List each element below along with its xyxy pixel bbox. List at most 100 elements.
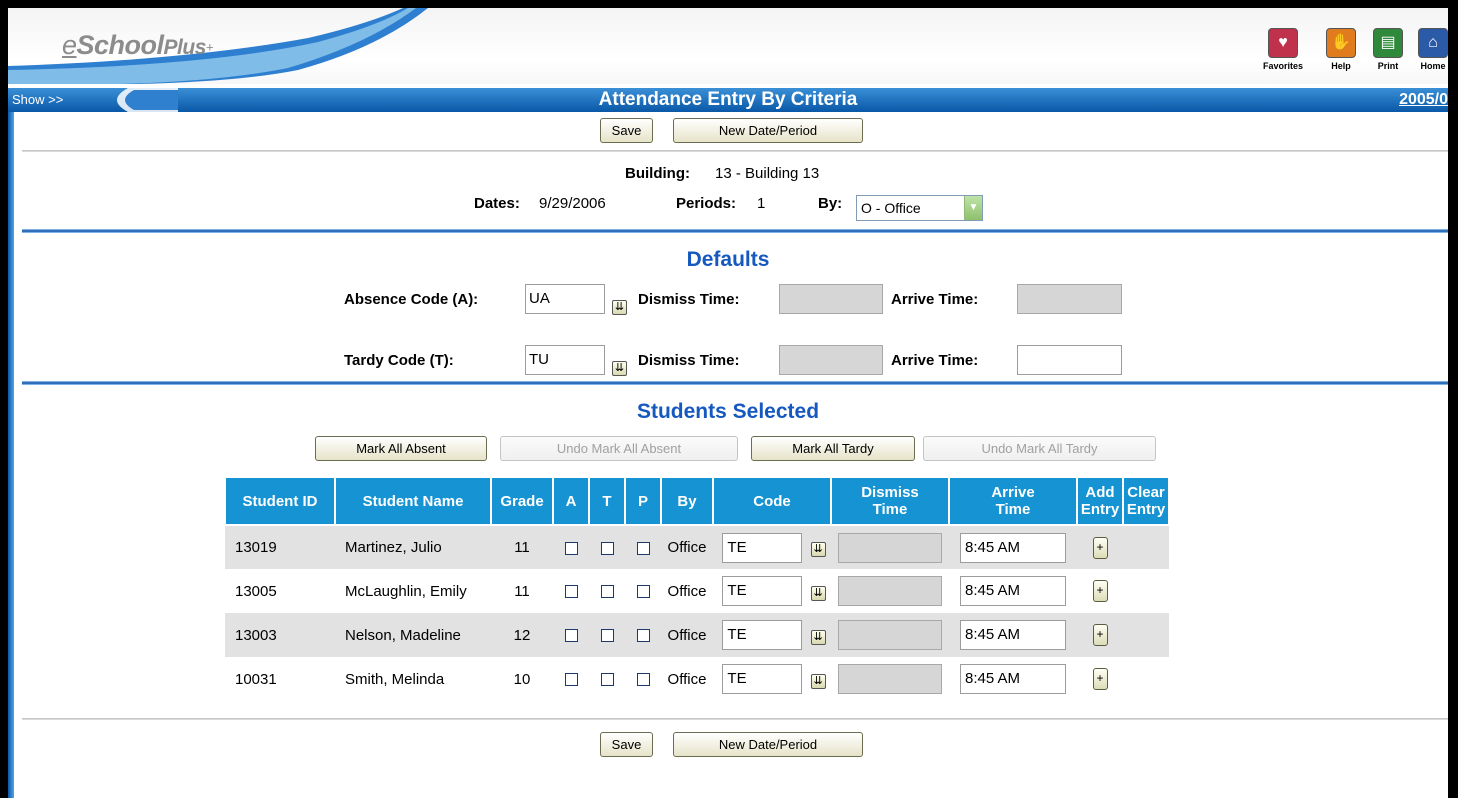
- by-value: Office: [667, 670, 707, 688]
- add-entry-cell: +: [1077, 613, 1123, 657]
- new-date-period-button-top[interactable]: New Date/Period: [673, 118, 863, 143]
- tardy-cell: [589, 525, 625, 569]
- dismiss-time-cell: [831, 525, 949, 569]
- code-lookup-icon[interactable]: ⇊: [810, 585, 826, 601]
- arrive-time-cell: 8:45 AM: [949, 525, 1077, 569]
- student-id: 13003: [225, 613, 335, 657]
- student-name: McLaughlin, Emily: [345, 582, 467, 600]
- save-button-bottom[interactable]: Save: [600, 732, 653, 757]
- present-checkbox[interactable]: [636, 585, 650, 599]
- code-input[interactable]: TE: [722, 620, 803, 650]
- absent-checkbox[interactable]: [564, 541, 578, 555]
- logo-e: e: [62, 30, 77, 60]
- code-lookup-icon[interactable]: ⇊: [810, 629, 826, 645]
- help-button[interactable]: ✋ Help: [1316, 28, 1366, 71]
- table-row: 13003 Nelson, Madeline 12 Office TE ⇊ 8:45 AM…: [225, 613, 1169, 657]
- new-date-period-button-bottom[interactable]: New Date/Period: [673, 732, 863, 757]
- tardy-checkbox[interactable]: [600, 629, 614, 643]
- present-checkbox[interactable]: [636, 629, 650, 643]
- student-name: Martinez, Julio: [335, 525, 491, 569]
- printer-icon: ▤: [1373, 28, 1403, 58]
- code-lookup-icon[interactable]: ⇊: [810, 673, 826, 689]
- home-button[interactable]: ⌂ Home: [1408, 28, 1448, 71]
- absent-checkbox[interactable]: [564, 585, 578, 599]
- print-label: Print: [1377, 61, 1399, 71]
- dismiss-time-input: [838, 576, 942, 606]
- by-select-value: O - Office: [861, 200, 921, 216]
- dates-label: Dates:: [474, 195, 520, 212]
- col-student-id: Student ID: [224, 476, 336, 526]
- mark-all-tardy-button[interactable]: Mark All Tardy: [751, 436, 915, 461]
- tardy-code-lookup-icon[interactable]: ⇊: [612, 361, 627, 376]
- col-t: T: [588, 476, 626, 526]
- code-lookup-icon[interactable]: ⇊: [810, 542, 826, 557]
- mark-all-absent-button[interactable]: Mark All Absent: [315, 436, 487, 461]
- by-select[interactable]: O - Office ▼: [856, 195, 983, 221]
- tardy-code-input[interactable]: TU: [525, 345, 605, 375]
- app-header: eSchoolPlus+ ♥ Favorites ✋ Help ▤ Print …: [8, 8, 1448, 84]
- add-entry-cell: +: [1077, 525, 1123, 569]
- save-button-top[interactable]: Save: [600, 118, 653, 143]
- left-accent-bar: [8, 112, 14, 798]
- clear-entry-cell: [1123, 657, 1169, 701]
- print-button[interactable]: ▤ Print: [1363, 28, 1413, 71]
- arrive-time-label-tardy: Arrive Time:: [891, 352, 979, 369]
- grade: 12: [491, 613, 553, 657]
- add-entry-button[interactable]: +: [1092, 668, 1108, 690]
- students-table: Student ID Student Name Grade A T P By C…: [224, 476, 1170, 701]
- dismiss-time-label-absence: Dismiss Time:: [638, 291, 740, 308]
- code-cell: TE ⇊: [713, 569, 831, 613]
- hand-icon: ✋: [1326, 28, 1356, 58]
- arrive-time-input[interactable]: 8:45 AM: [960, 620, 1066, 650]
- add-entry-button[interactable]: +: [1092, 580, 1108, 602]
- present-cell: [625, 657, 661, 701]
- absence-arrive-time-input: [1017, 284, 1122, 314]
- absence-code-label: Absence Code (A):: [344, 291, 479, 308]
- student-id: 13019: [225, 525, 335, 569]
- absent-checkbox[interactable]: [564, 629, 578, 643]
- by-value: Office: [661, 525, 713, 569]
- col-clear-line2: Entry: [1126, 501, 1166, 518]
- arrive-time-input[interactable]: 8:45 AM: [960, 532, 1066, 563]
- arrive-time-input[interactable]: 8:45 AM: [960, 664, 1066, 694]
- code-input[interactable]: TE: [722, 664, 803, 694]
- school-year-link[interactable]: 2005/0: [1399, 88, 1448, 112]
- undo-mark-all-absent-button[interactable]: Undo Mark All Absent: [500, 436, 738, 461]
- code-input[interactable]: TE: [722, 576, 803, 606]
- favorites-label: Favorites: [1262, 61, 1304, 71]
- dismiss-time-input: [838, 532, 942, 563]
- dismiss-time-input: [838, 620, 942, 650]
- code-input[interactable]: TE: [722, 532, 803, 563]
- arrive-time-input[interactable]: 8:45 AM: [960, 576, 1066, 606]
- favorites-button[interactable]: ♥ Favorites: [1258, 28, 1308, 71]
- col-arrive-time: Arrive Time: [948, 476, 1078, 526]
- code-cell: TE ⇊: [713, 613, 831, 657]
- tardy-arrive-time-input[interactable]: [1017, 345, 1122, 375]
- home-label: Home: [1420, 61, 1446, 71]
- dismiss-time-input: [838, 664, 942, 694]
- absent-cell: [553, 569, 589, 613]
- page-title: Attendance Entry By Criteria: [598, 89, 858, 110]
- table-header-row: Student ID Student Name Grade A T P By C…: [224, 476, 1170, 526]
- undo-mark-all-tardy-button[interactable]: Undo Mark All Tardy: [923, 436, 1156, 461]
- absence-code-input[interactable]: UA: [525, 284, 605, 314]
- tardy-checkbox[interactable]: [600, 673, 614, 687]
- present-cell: [625, 525, 661, 569]
- tardy-cell: [589, 613, 625, 657]
- present-checkbox[interactable]: [636, 541, 650, 555]
- table-row: 10031 Smith, Melinda 10 Office TE ⇊ 8:45 AM +: [225, 657, 1169, 701]
- divider: [22, 150, 1448, 152]
- by-value: Office: [667, 582, 707, 600]
- add-entry-button[interactable]: +: [1092, 536, 1108, 559]
- present-checkbox[interactable]: [636, 673, 650, 687]
- present-cell: [625, 613, 661, 657]
- section-divider-students: [22, 381, 1448, 385]
- tardy-checkbox[interactable]: [600, 541, 614, 555]
- tardy-checkbox[interactable]: [600, 585, 614, 599]
- col-arrive-line1: Arrive: [991, 484, 1035, 501]
- absence-code-lookup-icon[interactable]: ⇊: [612, 300, 627, 315]
- col-dismiss-time: Dismiss Time: [830, 476, 950, 526]
- section-divider-defaults: [22, 229, 1448, 233]
- add-entry-button[interactable]: +: [1092, 624, 1108, 646]
- absent-checkbox[interactable]: [564, 673, 578, 687]
